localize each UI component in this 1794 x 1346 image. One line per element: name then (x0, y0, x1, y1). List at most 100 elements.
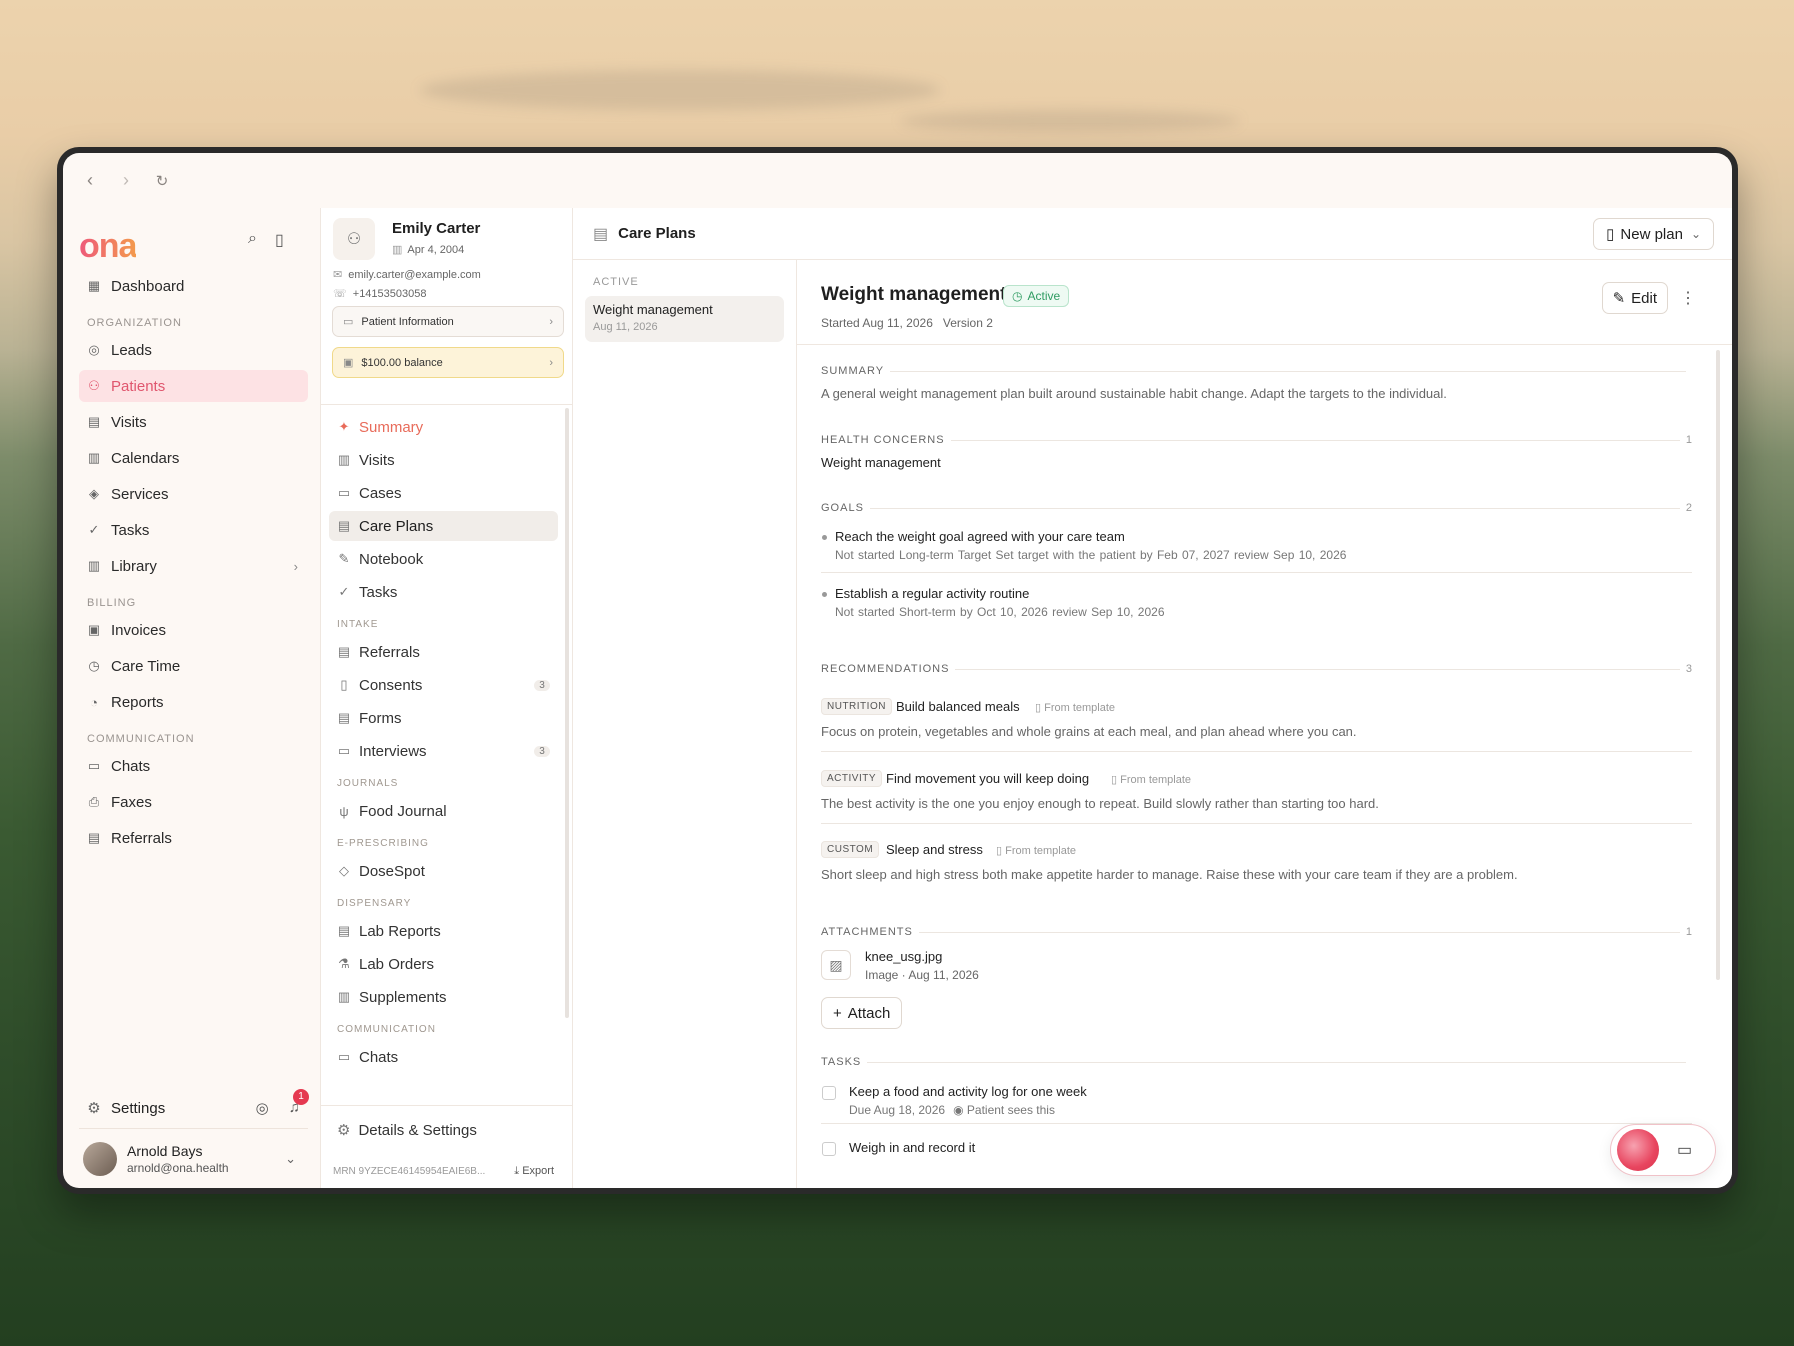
user-menu[interactable]: Arnold Bays arnold@ona.health ⌄ (79, 1128, 308, 1188)
sidebar-item-referrals[interactable]: ▤ Referrals (79, 822, 308, 854)
care-time-icon: ◷ (88, 658, 100, 673)
patient-menu-item-tasks[interactable]: ✓ Tasks (329, 577, 558, 607)
interviews-icon: ▭ (337, 743, 351, 758)
plan-list-section: ACTIVE (593, 276, 639, 288)
attachment-meta: Image · Aug 11, 2026 (865, 968, 979, 982)
lab-orders-icon: ⚗ (338, 956, 350, 971)
patient-menu-item-notebook[interactable]: ✎ Notebook (329, 544, 558, 574)
assistant-orb-icon[interactable] (1617, 1129, 1659, 1171)
patient-information-button[interactable]: ▭ Patient Information › (332, 306, 564, 337)
patient-menu-item-visits[interactable]: ▥ Visits (329, 445, 558, 475)
nav-section-heading: BILLING (87, 597, 137, 609)
patient-menu-item-consents[interactable]: ▯ Consents 3 (329, 670, 558, 700)
document-icon: ▯ (1111, 774, 1121, 786)
patient-menu-section: E-PRESCRIBING (337, 838, 429, 849)
bell-icon[interactable]: ♫ 1 (289, 1089, 309, 1117)
sidebar-item-label: Tasks (111, 521, 150, 539)
help-icon[interactable]: ◎ (256, 1099, 269, 1117)
patient-phone[interactable]: ☏ +14153503058 (333, 287, 426, 300)
patient-email-text: emily.carter@example.com (348, 269, 481, 281)
patient-menu-label: Supplements (359, 988, 447, 1006)
chevron-right-icon[interactable]: › (294, 559, 298, 574)
search-icon[interactable]: ⌕ (248, 230, 257, 250)
task-checkbox[interactable] (822, 1142, 836, 1156)
sidebar-item-leads[interactable]: ◎ Leads (79, 334, 308, 366)
plan-list-item[interactable]: Weight management Aug 11, 2026 (585, 296, 784, 342)
recommendation-desc: Short sleep and high stress both make ap… (821, 867, 1518, 882)
patient-footer: ⚙ Details & Settings MRN 9YZECE46145954E… (321, 1105, 572, 1188)
patient-menu-label: Chats (359, 1048, 399, 1066)
chevron-down-icon[interactable]: ⌄ (285, 1151, 296, 1167)
patient-panel: ⚇ Emily Carter ▥ Apr 4, 2004 ✉ emily.carte… (320, 208, 573, 1188)
detail-scrollbar[interactable] (1716, 350, 1720, 980)
patient-menu-item-food-journal[interactable]: ψ Food Journal (329, 796, 558, 826)
balance-button[interactable]: ▣ $100.00 balance › (332, 347, 564, 378)
sidebar-item-care-time[interactable]: ◷ Care Time (79, 650, 308, 682)
tasks-heading: TASKS (821, 1055, 1692, 1069)
sidebar-item-visits[interactable]: ▤ Visits (79, 406, 308, 438)
back-icon[interactable]: ‹ (83, 170, 97, 191)
patient-scrollbar[interactable] (565, 408, 569, 1018)
sidebar-item-services[interactable]: ◈ Services (79, 478, 308, 510)
sidebar-item-reports[interactable]: ◔ Reports (79, 686, 308, 718)
attach-button[interactable]: + Attach (821, 997, 903, 1029)
sidebar-item-tasks[interactable]: ✓ Tasks (79, 514, 308, 546)
patient-menu-item-referrals[interactable]: ▤ Referrals (329, 637, 558, 667)
sidebar-item-faxes[interactable]: ⎙ Faxes (79, 786, 308, 818)
forward-icon[interactable]: › (119, 170, 133, 191)
new-plan-button[interactable]: ▯ New plan ⌄ (1593, 218, 1714, 250)
sidebar-item-library[interactable]: ▥ Library › (79, 550, 308, 582)
sidebar-item-invoices[interactable]: ▣ Invoices (79, 614, 308, 646)
sidebar-item-dashboard[interactable]: ▦ Dashboard (79, 270, 308, 302)
patient-menu-item-summary[interactable]: ✦ Summary (329, 412, 558, 442)
document-icon: ▯ (996, 845, 1006, 857)
patient-menu-item-interviews[interactable]: ▭ Interviews 3 (329, 736, 558, 766)
plan-list: ACTIVE Weight management Aug 11, 2026 (573, 260, 797, 1188)
sidebar-bottom: ⚙ Settings ◎ ♫ 1 Arnold Bays arnold@ona.h… (79, 1088, 309, 1188)
patient-phone-text: +14153503058 (352, 288, 427, 300)
calendar-icon: ▥ (392, 244, 403, 256)
patient-menu-item-dosespot[interactable]: ◇ DoseSpot (329, 856, 558, 886)
patient-menu-label: Forms (359, 709, 402, 727)
download-icon: ⤓ (514, 1164, 523, 1177)
sidebar-item-calendars[interactable]: ▥ Calendars (79, 442, 308, 474)
attach-label: Attach (847, 1004, 891, 1022)
recommendation-tag: CUSTOM (821, 841, 880, 858)
notification-badge: 1 (293, 1089, 309, 1105)
patient-email[interactable]: ✉ emily.carter@example.com (333, 268, 481, 281)
patient-menu-item-forms[interactable]: ▤ Forms (329, 703, 558, 733)
phone-icon: ☏ (333, 288, 347, 300)
tasks-icon: ✓ (338, 584, 350, 599)
patient-menu-item-lab-reports[interactable]: ▤ Lab Reports (329, 916, 558, 946)
sidebar-item-patients[interactable]: ⚇ Patients (79, 370, 308, 402)
summary-text: A general weight management plan built a… (821, 386, 1447, 401)
export-button[interactable]: ⤓ Export (514, 1165, 554, 1178)
sidebar-item-chats[interactable]: ▭ Chats (79, 750, 308, 782)
toggle-sidebar-icon[interactable]: ▯ (275, 230, 284, 250)
patient-menu-item-care-plans[interactable]: ▤ Care Plans (329, 511, 558, 541)
patient-menu-label: Lab Orders (359, 955, 435, 973)
task-checkbox[interactable] (822, 1086, 836, 1100)
patient-menu-item-cases[interactable]: ▭ Cases (329, 478, 558, 508)
library-icon: ▥ (87, 558, 101, 573)
patient-menu-item-lab-orders[interactable]: ⚗ Lab Orders (329, 949, 558, 979)
reload-icon[interactable]: ↻ (155, 172, 169, 190)
details-settings-link[interactable]: ⚙ Details & Settings (321, 1106, 572, 1154)
chat-icon[interactable]: ▭ (1677, 1140, 1692, 1160)
health-concerns-label: HEALTH CONCERNS (821, 434, 945, 446)
health-concerns-heading: HEALTH CONCERNS 1 (821, 433, 1692, 447)
ona-logo[interactable]: ona (79, 227, 137, 266)
edit-label: Edit (1631, 289, 1657, 307)
nav-section-heading: ORGANIZATION (87, 317, 182, 329)
edit-button[interactable]: ✎ Edit (1601, 282, 1668, 314)
patient-menu-item-chats[interactable]: ▭ Chats (329, 1042, 558, 1072)
settings-link[interactable]: ⚙ Settings ◎ ♫ 1 (79, 1088, 309, 1128)
lab-reports-icon: ▤ (337, 923, 351, 938)
more-options-icon[interactable]: ⋮ (1680, 288, 1696, 308)
attachment-name[interactable]: knee_usg.jpg (865, 949, 942, 964)
sidebar-item-label: Patients (111, 377, 166, 395)
patient-menu-label: Consents (359, 676, 423, 694)
assistant-widget[interactable]: ▭ (1610, 1124, 1716, 1176)
patient-menu-item-supplements[interactable]: ▥ Supplements (329, 982, 558, 1012)
attachments-heading: ATTACHMENTS 1 (821, 925, 1692, 939)
